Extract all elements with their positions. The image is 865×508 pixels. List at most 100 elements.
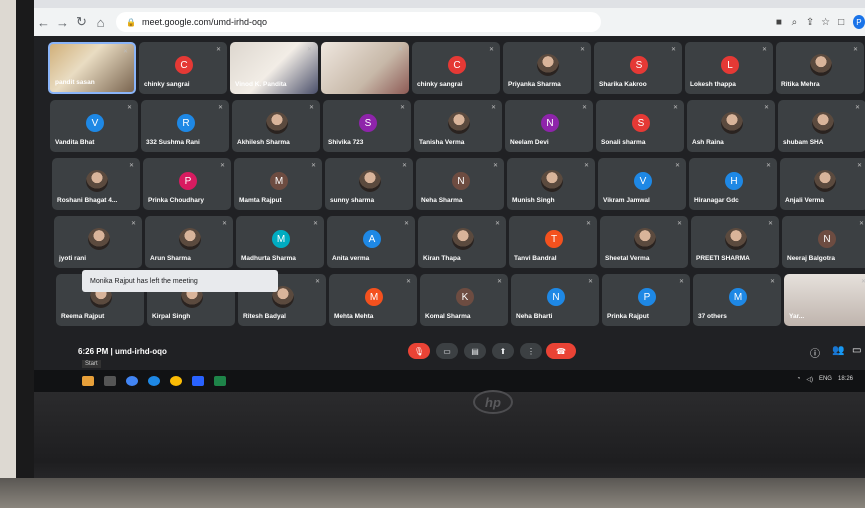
participant-tile[interactable]: ✕ Ash Raina [687, 100, 775, 152]
participant-tile[interactable]: ✕ shubam SHA [778, 100, 865, 152]
present-button[interactable]: ⬆ [492, 343, 514, 359]
chrome-active-icon[interactable] [170, 376, 182, 386]
participant-name: 332 Sushma Rani [146, 139, 200, 146]
participant-tile[interactable]: ✕ Arun Sharma [145, 216, 233, 268]
participant-tile[interactable]: ✕ V Vandita Bhat [50, 100, 138, 152]
participant-tile[interactable]: ✕ S Sonali sharma [596, 100, 684, 152]
participant-avatar: P [638, 288, 656, 306]
participant-name: shubam SHA [783, 139, 824, 146]
forward-icon[interactable]: → [53, 15, 72, 30]
participant-tile[interactable]: ✕ L Lokesh thappa [685, 42, 773, 94]
volume-icon[interactable]: ◁) [806, 376, 813, 383]
participant-tile[interactable]: ✕ pandit sasan [48, 42, 136, 94]
window-icon[interactable]: □ [833, 17, 849, 28]
participant-name: Madhurta Sharma [241, 255, 296, 262]
participant-tile[interactable]: ✕ Vinod K. Pandita [230, 42, 318, 94]
participant-tile[interactable]: ✕ P Prinka Rajput [602, 274, 690, 326]
mic-off-icon: ✕ [308, 105, 314, 111]
participant-tile[interactable]: ✕ V Vikram Jamwal [598, 158, 686, 210]
participant-tile[interactable]: ✕ R 332 Sushma Rani [141, 100, 229, 152]
language-indicator[interactable]: ENG [819, 376, 832, 383]
meeting-details: 6:26 PM | umd-irhd-oqo [78, 347, 167, 356]
chrome-icon[interactable] [126, 376, 138, 386]
participant-tile[interactable]: ✕ PREETI SHARMA [691, 216, 779, 268]
mic-muted-button[interactable]: 🎙 [408, 343, 430, 359]
camera-button[interactable]: ▭ [436, 343, 458, 359]
clock[interactable]: 18:26 [838, 376, 853, 383]
participant-tile[interactable]: ✕ Munish Singh [507, 158, 595, 210]
participant-tile[interactable]: ✕ Tanisha Verma [414, 100, 502, 152]
participant-tile[interactable]: ✕ T Tanvi Bandral [509, 216, 597, 268]
participant-name: Mehta Mehta [334, 313, 374, 320]
app-icon[interactable] [192, 376, 204, 386]
participant-tile[interactable]: ✕ N Neha Bharti [511, 274, 599, 326]
wifi-icon[interactable]: ◔ [797, 376, 801, 383]
participant-tile[interactable]: ✕ P Prinka Choudhary [143, 158, 231, 210]
participant-name: 37 others [698, 313, 727, 320]
participant-name: sunny sharma [330, 197, 375, 204]
participant-tile[interactable]: ✕ S Shivika 723 [323, 100, 411, 152]
participant-tile[interactable]: ✕ Priyanka Sharma [503, 42, 591, 94]
participant-tile[interactable]: ✕ Akhilesh Sharma [232, 100, 320, 152]
left-meeting-toast: Monika Rajput has left the meeting [82, 270, 278, 292]
participant-tile[interactable]: ✕ A Anita verma [327, 216, 415, 268]
mic-off-icon: ✕ [579, 47, 585, 53]
mic-off-icon: ✕ [672, 105, 678, 111]
participant-avatar: T [545, 230, 563, 248]
chat-icon[interactable]: ▭ [852, 345, 861, 356]
participant-tile[interactable]: ✕ Ritika Mehra [776, 42, 864, 94]
participant-tile[interactable]: ✕ K Komal Sharma [420, 274, 508, 326]
bookmark-star-icon[interactable]: ☆ [818, 17, 834, 28]
participant-tile[interactable]: ✕ sunny sharma [325, 158, 413, 210]
participant-avatar: N [547, 288, 565, 306]
participant-avatar: C [175, 56, 193, 74]
participant-name: Neeraj Balgotra [787, 255, 836, 262]
participant-photo [810, 54, 832, 76]
back-icon[interactable]: ← [34, 15, 53, 30]
profile-avatar[interactable]: P [852, 15, 865, 29]
mic-off-icon: ✕ [583, 163, 589, 169]
participant-name: chinky sangrai [417, 81, 463, 88]
participant-tile[interactable]: ✕ M 37 others [693, 274, 781, 326]
captions-button[interactable]: ▤ [464, 343, 486, 359]
participant-tile[interactable]: ✕ [321, 42, 409, 94]
excel-icon[interactable] [214, 376, 226, 386]
start-icon[interactable] [82, 376, 94, 386]
more-options-button[interactable]: ⋮ [520, 343, 542, 359]
mic-off-icon: ✕ [122, 49, 128, 55]
participant-tile[interactable]: ✕ H Hiranagar Gdc [689, 158, 777, 210]
participant-tile[interactable]: ✕ Roshani Bhagat 4... [52, 158, 140, 210]
leave-call-button[interactable]: ☎ [546, 343, 576, 359]
edge-icon[interactable] [148, 376, 160, 386]
participant-tile[interactable]: ✕ M Madhurta Sharma [236, 216, 324, 268]
meet-controls-bar: 6:26 PM | umd-irhd-oqo 🎙 ▭ ▤ ⬆ ⋮ ☎ ⓘ 👥 ▭ [34, 335, 865, 365]
participant-tile[interactable]: ✕ Anjali Verma [780, 158, 865, 210]
participant-name: Vikram Jamwal [603, 197, 650, 204]
participant-tile[interactable]: ✕ M Mehta Mehta [329, 274, 417, 326]
camera-indicator-icon[interactable]: ■ [771, 17, 787, 28]
people-icon[interactable]: 👥 [832, 345, 844, 356]
reload-icon[interactable]: ↻ [72, 14, 91, 30]
participant-tile[interactable]: ✕ Sheetal Verma [600, 216, 688, 268]
participant-tile[interactable]: ✕ Yar... [784, 274, 865, 326]
participant-name: Anita verma [332, 255, 370, 262]
participant-tile[interactable]: ✕ M Mamta Rajput [234, 158, 322, 210]
participant-tile[interactable]: ✕ S Sharika Kakroo [594, 42, 682, 94]
participant-tile[interactable]: ✕ N Neeraj Balgotra [782, 216, 865, 268]
participant-tile[interactable]: ✕ Cchinky sangrai [139, 42, 227, 94]
home-icon[interactable]: ⌂ [91, 15, 110, 30]
participant-name: Anjali Verma [785, 197, 825, 204]
zoom-icon[interactable]: ⌕ [787, 17, 803, 28]
participant-tile[interactable]: ✕ jyoti rani [54, 216, 142, 268]
task-view-icon[interactable] [104, 376, 116, 386]
participant-avatar: P [179, 172, 197, 190]
participant-name: Mamta Rajput [239, 197, 282, 204]
share-icon[interactable]: ⇪ [802, 17, 818, 28]
address-bar[interactable]: 🔒 meet.google.com/umd-irhd-oqo [116, 12, 602, 32]
participant-tile[interactable]: ✕ N Neelam Devi [505, 100, 593, 152]
info-icon[interactable]: ⓘ [810, 345, 820, 360]
participant-tile[interactable]: ✕ Kiran Thapa [418, 216, 506, 268]
participant-tile[interactable]: ✕ N Neha Sharma [416, 158, 504, 210]
participant-tile[interactable]: ✕ Cchinky sangrai [412, 42, 500, 94]
desk-surface [0, 478, 865, 508]
